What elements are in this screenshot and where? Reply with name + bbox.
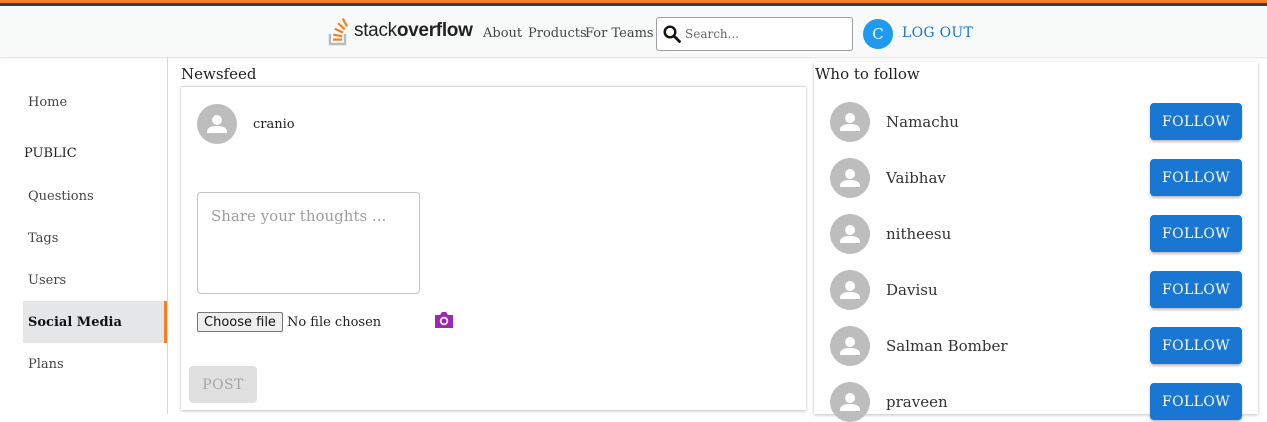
choose-file-button[interactable]: Choose file — [197, 312, 283, 332]
follow-button[interactable]: FOLLOW — [1150, 327, 1242, 364]
nav-for-teams-link[interactable]: For Teams — [585, 26, 654, 41]
follow-suggestion-row: Davisu FOLLOW — [830, 270, 1242, 310]
person-icon — [197, 104, 237, 144]
who-to-follow-panel: Who to follow Namachu FOLLOW Vaibhav FOL… — [814, 62, 1258, 422]
follow-button[interactable]: FOLLOW — [1150, 103, 1242, 140]
person-icon — [830, 326, 870, 366]
stackoverflow-logo[interactable]: stackoverflow — [328, 16, 473, 46]
follow-suggestion-row: Vaibhav FOLLOW — [830, 158, 1242, 198]
suggestion-name: Namachu — [886, 113, 959, 131]
post-composer-card: cranio Choose file No file chosen POST — [181, 86, 806, 410]
newsfeed-section: Newsfeed cranio Choose file No file chos… — [181, 62, 806, 410]
left-sidebar: Home PUBLIC Questions Tags Users Social … — [0, 57, 168, 414]
follow-button[interactable]: FOLLOW — [1150, 383, 1242, 420]
follow-button[interactable]: FOLLOW — [1150, 159, 1242, 196]
user-avatar[interactable]: C — [863, 19, 893, 49]
nav-about-link[interactable]: About — [483, 26, 522, 41]
composer-user: cranio — [197, 104, 295, 144]
sidebar-item-tags[interactable]: Tags — [23, 217, 167, 259]
nav-products-link[interactable]: Products — [528, 26, 587, 41]
file-upload-row: Choose file No file chosen — [197, 312, 381, 332]
person-icon — [830, 382, 870, 422]
sidebar-item-plans[interactable]: Plans — [23, 343, 167, 385]
person-icon — [830, 270, 870, 310]
composer-username: cranio — [253, 116, 295, 132]
suggestion-name: Davisu — [886, 281, 938, 299]
person-icon — [830, 158, 870, 198]
camera-icon[interactable] — [433, 311, 455, 329]
sidebar-item-home[interactable]: Home — [23, 81, 167, 123]
sidebar-item-questions[interactable]: Questions — [23, 175, 167, 217]
post-button[interactable]: POST — [189, 366, 257, 403]
newsfeed-title: Newsfeed — [181, 65, 257, 83]
follow-button[interactable]: FOLLOW — [1150, 271, 1242, 308]
follow-suggestion-row: Namachu FOLLOW — [830, 102, 1242, 142]
suggestion-name: praveen — [886, 393, 948, 411]
follow-button[interactable]: FOLLOW — [1150, 215, 1242, 252]
person-icon — [830, 102, 870, 142]
search-input[interactable] — [685, 27, 850, 41]
follow-suggestion-row: praveen FOLLOW — [830, 382, 1242, 422]
suggestion-name: Vaibhav — [886, 169, 946, 187]
who-to-follow-title: Who to follow — [815, 65, 920, 83]
sidebar-section-public: PUBLIC — [24, 146, 77, 161]
suggestion-name: Salman Bomber — [886, 337, 1008, 355]
follow-suggestion-row: Salman Bomber FOLLOW — [830, 326, 1242, 366]
search-box[interactable] — [656, 17, 853, 51]
sidebar-item-social-media[interactable]: Social Media — [23, 301, 167, 343]
thoughts-textarea[interactable] — [197, 192, 420, 294]
suggestion-name: nitheesu — [886, 225, 952, 243]
logout-button[interactable]: LOG OUT — [902, 25, 973, 41]
person-icon — [830, 214, 870, 254]
no-file-text: No file chosen — [286, 314, 382, 330]
search-icon — [663, 25, 681, 43]
top-bar: stackoverflow About Products For Teams C… — [0, 0, 1267, 57]
stack-logo-icon — [328, 18, 348, 46]
sidebar-item-users[interactable]: Users — [23, 259, 167, 301]
follow-suggestion-row: nitheesu FOLLOW — [830, 214, 1242, 254]
logo-text: stackoverflow — [354, 20, 473, 41]
